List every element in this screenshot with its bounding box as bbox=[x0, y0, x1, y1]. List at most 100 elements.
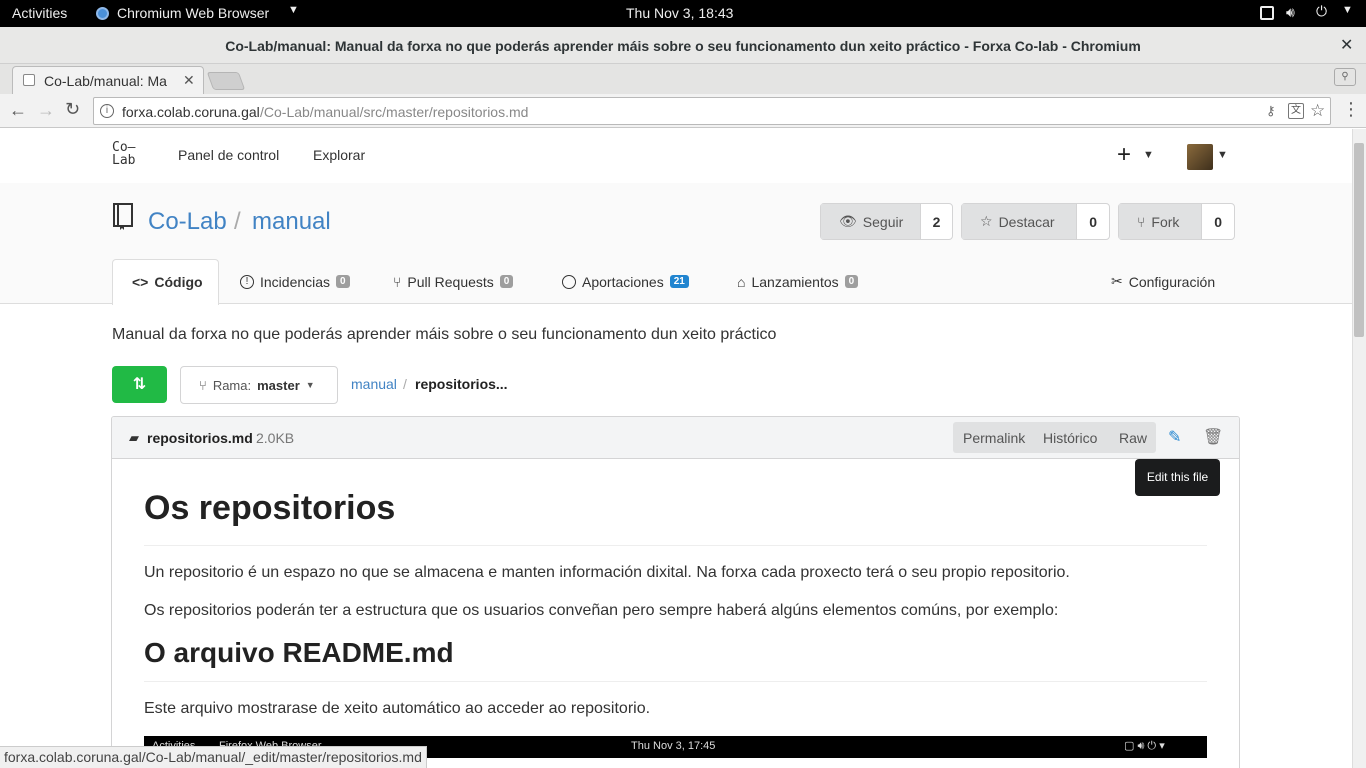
history-button[interactable]: Histórico bbox=[1043, 430, 1097, 446]
branch-chevron-icon: ▼ bbox=[305, 380, 315, 390]
star-label: Destacar bbox=[998, 213, 1055, 230]
site-logo[interactable]: Co– Lab bbox=[112, 141, 135, 167]
embedded-tray-icons: ▢ 🔊︎ ⏻ ▾ bbox=[1124, 740, 1165, 752]
history-icon bbox=[562, 274, 576, 289]
scrollbar-thumb[interactable] bbox=[1354, 143, 1364, 337]
browser-toolbar: ← → ↻ i forxa.colab.coruna.gal /Co-Lab/m… bbox=[0, 94, 1366, 128]
tab-settings[interactable]: ✂ Configuración bbox=[1111, 259, 1215, 304]
system-menu-chevron-icon[interactable]: ▼ bbox=[1342, 4, 1353, 16]
content-heading-2: O arquivo README.md bbox=[144, 637, 454, 668]
fork-button-group: ⑂ Fork 0 bbox=[1118, 203, 1235, 240]
watch-button[interactable]: 👁︎ Seguir bbox=[821, 204, 921, 239]
tab-commits-label: Aportaciones bbox=[582, 273, 664, 290]
tab-releases[interactable]: ⌂ Lanzamientos 0 bbox=[737, 259, 859, 304]
clock[interactable]: Thu Nov 3, 18:43 bbox=[626, 5, 733, 21]
star-button-group: ☆ Destacar 0 bbox=[961, 203, 1110, 240]
app-menu[interactable]: Chromium Web Browser bbox=[117, 5, 269, 21]
content-paragraph-3: Este arquivo mostrarase de xeito automát… bbox=[144, 700, 651, 717]
compare-button[interactable]: ⇅ bbox=[112, 366, 167, 403]
activities-button[interactable]: Activities bbox=[12, 5, 67, 21]
close-window-icon[interactable]: ✕ bbox=[1340, 35, 1353, 55]
tab-close-icon[interactable]: ✕ bbox=[183, 72, 195, 89]
fork-icon: ⑂ bbox=[1137, 213, 1146, 230]
tab-issues-label: Incidencias bbox=[260, 273, 331, 290]
divider bbox=[144, 681, 1207, 682]
breadcrumb-current: repositorios... bbox=[415, 376, 508, 392]
bookmark-star-icon[interactable]: ☆ bbox=[1310, 101, 1325, 121]
permalink-button[interactable]: Permalink bbox=[963, 430, 1025, 446]
breadcrumb-root[interactable]: manual bbox=[351, 376, 397, 392]
reload-icon[interactable]: ↻ bbox=[65, 99, 80, 120]
back-icon[interactable]: ← bbox=[9, 100, 27, 121]
address-bar[interactable]: i forxa.colab.coruna.gal /Co-Lab/manual/… bbox=[93, 97, 1331, 125]
chevron-down-icon: ▼ bbox=[288, 4, 299, 16]
delete-trash-icon[interactable]: 🗑︎ bbox=[1203, 427, 1223, 447]
translate-icon[interactable]: 文 bbox=[1288, 103, 1304, 119]
pull-requests-count-badge: 0 bbox=[499, 275, 514, 288]
file-book-icon: ▰ bbox=[129, 430, 139, 445]
repo-owner-link[interactable]: Co-Lab bbox=[148, 208, 227, 236]
star-button[interactable]: ☆ Destacar bbox=[962, 204, 1078, 239]
raw-button[interactable]: Raw bbox=[1119, 430, 1147, 446]
releases-count-badge: 0 bbox=[844, 275, 859, 288]
code-icon: <> bbox=[132, 273, 149, 290]
file-viewer: ▰ repositorios.md 2.0KB Permalink Histór… bbox=[111, 416, 1240, 768]
commits-count-badge: 21 bbox=[669, 275, 689, 288]
repo-separator: / bbox=[234, 208, 241, 235]
branch-selector[interactable]: ⑂ Rama: master ▼ bbox=[180, 366, 338, 404]
tag-icon: ⌂ bbox=[737, 273, 746, 290]
file-name: repositorios.md bbox=[147, 430, 253, 446]
nav-explore[interactable]: Explorar bbox=[313, 147, 365, 163]
pull-request-icon: ⑂ bbox=[393, 273, 402, 290]
divider bbox=[144, 545, 1207, 546]
branch-icon: ⑂ bbox=[199, 377, 207, 393]
edit-pencil-icon[interactable]: ✎ bbox=[1168, 427, 1181, 447]
branch-value: master bbox=[257, 377, 300, 393]
tab-code-label: Código bbox=[154, 273, 203, 290]
create-dropdown-chevron-icon[interactable]: ▼ bbox=[1143, 149, 1154, 161]
window-overview-icon[interactable] bbox=[1260, 6, 1274, 20]
branch-label: Rama: bbox=[212, 377, 252, 393]
menu-icon[interactable]: ⋮ bbox=[1342, 99, 1360, 120]
chromium-icon bbox=[96, 7, 109, 20]
create-plus-icon[interactable]: + bbox=[1117, 141, 1131, 169]
volume-icon[interactable]: 🔊︎ bbox=[1286, 4, 1295, 21]
tab-releases-label: Lanzamientos bbox=[751, 273, 839, 290]
tab-code[interactable]: <> Código bbox=[132, 259, 203, 304]
tools-icon: ✂ bbox=[1111, 273, 1123, 289]
star-count[interactable]: 0 bbox=[1077, 204, 1109, 239]
repo-book-icon bbox=[113, 203, 133, 230]
content-heading-1: Os repositorios bbox=[144, 489, 396, 527]
tab-commits[interactable]: Aportaciones 21 bbox=[562, 259, 689, 304]
avatar[interactable] bbox=[1187, 144, 1213, 170]
tab-issues[interactable]: ! Incidencias 0 bbox=[240, 259, 350, 304]
watch-button-group: 👁︎ Seguir 2 bbox=[820, 203, 953, 240]
edit-tooltip: Edit this file bbox=[1135, 459, 1220, 496]
url-host: forxa.colab.coruna.gal bbox=[122, 104, 260, 120]
window-titlebar: Co-Lab/manual: Manual da forxa no que po… bbox=[0, 27, 1366, 64]
power-icon[interactable]: ⏻ bbox=[1316, 3, 1327, 20]
key-icon[interactable]: ⚷ bbox=[1266, 103, 1276, 119]
watch-count[interactable]: 2 bbox=[921, 204, 952, 239]
profile-icon[interactable]: ⚲ bbox=[1334, 68, 1356, 86]
nav-dashboard[interactable]: Panel de control bbox=[178, 147, 279, 163]
new-tab-button[interactable] bbox=[206, 72, 246, 90]
file-size: 2.0KB bbox=[256, 430, 295, 446]
window-title: Co-Lab/manual: Manual da forxa no que po… bbox=[225, 38, 1141, 54]
watch-label: Seguir bbox=[862, 213, 904, 230]
tab-pull-requests-label: Pull Requests bbox=[407, 273, 494, 290]
url-path: /Co-Lab/manual/src/master/repositorios.m… bbox=[260, 104, 529, 120]
embedded-clock: Thu Nov 3, 17:45 bbox=[631, 740, 716, 752]
star-icon: ☆ bbox=[980, 213, 993, 229]
tab-pull-requests[interactable]: ⑂ Pull Requests 0 bbox=[393, 259, 514, 304]
forward-icon[interactable]: → bbox=[37, 100, 55, 121]
browser-tab[interactable]: Co-Lab/manual: Ma ✕ bbox=[12, 66, 204, 94]
info-icon[interactable]: i bbox=[100, 104, 114, 118]
eye-icon: 👁︎ bbox=[839, 213, 857, 229]
user-menu-chevron-icon[interactable]: ▼ bbox=[1217, 149, 1228, 161]
tab-title: Co-Lab/manual: Ma bbox=[44, 73, 167, 89]
fork-button[interactable]: ⑂ Fork bbox=[1119, 204, 1203, 239]
logo-line-2: Lab bbox=[112, 153, 136, 168]
fork-count[interactable]: 0 bbox=[1202, 204, 1234, 239]
repo-name-link[interactable]: manual bbox=[252, 208, 331, 236]
